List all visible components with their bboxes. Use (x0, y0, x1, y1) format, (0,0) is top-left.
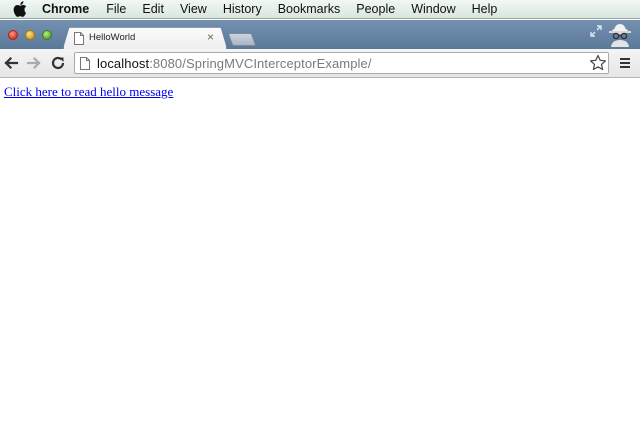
menu-history[interactable]: History (223, 0, 262, 19)
menu-file[interactable]: File (106, 0, 126, 19)
reload-icon[interactable] (50, 55, 66, 71)
tab-strip: HelloWorld × (0, 20, 640, 49)
arrow-left-icon[interactable] (3, 55, 19, 71)
menu-app-chrome[interactable]: Chrome (42, 0, 89, 19)
window-zoom-button[interactable] (42, 30, 52, 40)
tab-close-icon[interactable]: × (207, 30, 214, 44)
url-host: localhost (97, 56, 150, 71)
arrow-right-icon[interactable] (26, 55, 42, 71)
fullscreen-icon[interactable] (590, 25, 602, 37)
url-text[interactable]: localhost:8080/SpringMVCInterceptorExamp… (97, 56, 372, 71)
tab-title: HelloWorld (89, 32, 136, 43)
menu-people[interactable]: People (356, 0, 395, 19)
hamburger-menu-icon[interactable] (618, 56, 632, 70)
page-icon (80, 57, 90, 70)
star-icon[interactable] (589, 54, 607, 72)
new-tab-button[interactable] (227, 33, 257, 46)
tab-helloworld[interactable]: HelloWorld × (63, 27, 227, 49)
menu-help[interactable]: Help (472, 0, 498, 19)
incognito-icon (609, 24, 631, 47)
browser-toolbar: localhost:8080/SpringMVCInterceptorExamp… (0, 49, 640, 78)
page-icon (74, 32, 84, 45)
menu-bookmarks[interactable]: Bookmarks (278, 0, 341, 19)
window-minimize-button[interactable] (25, 30, 35, 40)
read-hello-message-link[interactable]: Click here to read hello message (4, 84, 173, 100)
apple-logo-icon[interactable] (13, 1, 27, 17)
page-content: Click here to read hello message (0, 79, 640, 447)
menu-edit[interactable]: Edit (142, 0, 164, 19)
menu-window[interactable]: Window (411, 0, 455, 19)
address-bar[interactable]: localhost:8080/SpringMVCInterceptorExamp… (74, 52, 609, 74)
menu-view[interactable]: View (180, 0, 207, 19)
window-close-button[interactable] (8, 30, 18, 40)
macos-menu-bar: Chrome File Edit View History Bookmarks … (0, 0, 640, 19)
url-path: :8080/SpringMVCInterceptorExample/ (149, 56, 372, 71)
